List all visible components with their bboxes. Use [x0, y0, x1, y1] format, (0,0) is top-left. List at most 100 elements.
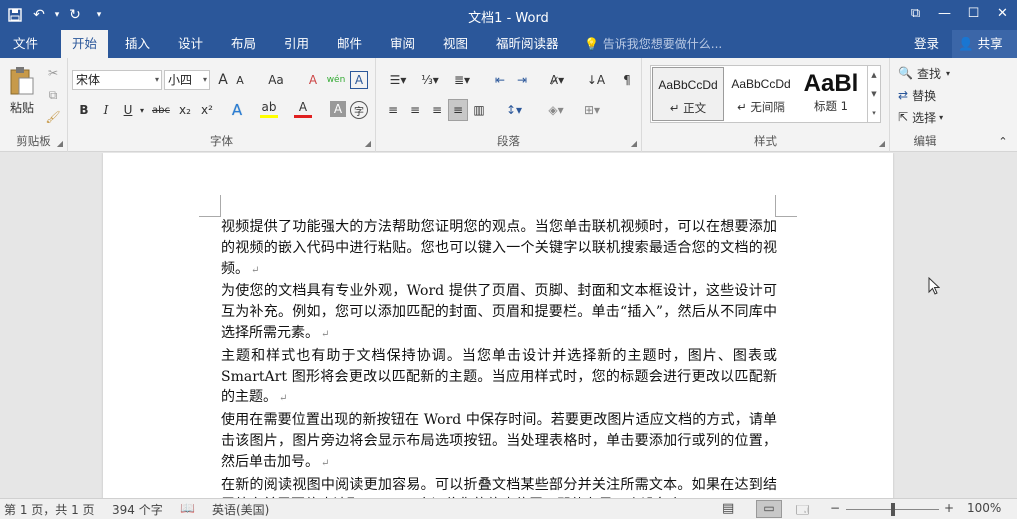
person-icon: 👤 — [958, 36, 974, 51]
clipboard-launcher-icon[interactable]: ◢ — [57, 139, 63, 148]
language-indicator[interactable]: 英语(美国) — [212, 501, 269, 518]
grow-font-icon[interactable]: A — [214, 69, 232, 91]
tab-view[interactable]: 视图 — [432, 30, 479, 58]
web-layout-icon[interactable]: 🗔 — [796, 501, 809, 519]
paragraph: 主题和样式也有助于文档保持协调。当您单击设计并选择新的主题时，图片、图表或 Sm… — [221, 346, 777, 410]
paste-icon[interactable] — [6, 64, 38, 98]
find-button[interactable]: 🔍 查找 ▾ — [898, 62, 966, 84]
font-color-icon[interactable]: A — [294, 99, 312, 118]
tab-file[interactable]: 文件 — [2, 30, 49, 58]
font-launcher-icon[interactable]: ◢ — [365, 139, 371, 148]
style-heading-1[interactable]: AaBl 标题 1 — [797, 67, 865, 121]
margin-corner-top-right — [775, 195, 797, 217]
chevron-down-icon: ▾ — [202, 75, 207, 84]
zoom-slider-thumb[interactable] — [890, 503, 895, 516]
show-formatting-marks-icon[interactable]: ¶ — [618, 69, 636, 91]
bullets-icon[interactable]: ☰▾ — [384, 69, 412, 91]
subscript-button[interactable]: x₂ — [176, 99, 194, 121]
underline-button[interactable]: U — [120, 99, 136, 121]
bold-button[interactable]: B — [76, 99, 92, 121]
tab-review[interactable]: 审阅 — [379, 30, 426, 58]
enclose-characters-icon[interactable]: 字 — [350, 101, 368, 119]
cut-icon[interactable]: ✂ — [44, 62, 62, 84]
font-name-combo[interactable]: 宋体 ▾ — [72, 70, 162, 90]
restore-button[interactable]: ☐ — [959, 0, 988, 26]
document-body[interactable]: 视频提供了功能强大的方法帮助您证明您的观点。当您单击联机视频时，可以在想要添加的… — [221, 217, 777, 498]
change-case-icon[interactable]: Aa — [262, 69, 290, 91]
paragraph-launcher-icon[interactable]: ◢ — [631, 139, 637, 148]
character-shading-icon[interactable]: A — [330, 101, 346, 117]
underline-dropdown-icon[interactable]: ▾ — [138, 99, 146, 121]
line-spacing-icon[interactable]: ↕▾ — [500, 99, 528, 121]
styles-gallery: AaBbCcDd ↵ 正文 AaBbCcDd ↵ 无间隔 AaBl 标题 1 — [650, 65, 868, 123]
styles-scrollbar[interactable]: ▲ ▼ ▾ — [868, 65, 881, 123]
print-layout-icon[interactable]: ▭ — [756, 500, 782, 518]
paragraph-text: 使用在需要位置出现的新按钮在 Word 中保存时间。若要更改图片适应文档的方式，… — [221, 412, 777, 470]
styles-launcher-icon[interactable]: ◢ — [879, 139, 885, 148]
copy-icon[interactable]: ⧉ — [44, 84, 62, 106]
style-normal[interactable]: AaBbCcDd ↵ 正文 — [652, 67, 724, 121]
numbering-icon[interactable]: ⅓▾ — [416, 69, 444, 91]
tab-home[interactable]: 开始 — [61, 30, 109, 58]
tab-design[interactable]: 设计 — [167, 30, 214, 58]
format-painter-icon[interactable]: 🖌 — [44, 106, 62, 128]
shrink-font-icon[interactable]: A — [232, 69, 248, 91]
sort-icon[interactable]: ↓A — [586, 69, 606, 91]
zoom-level[interactable]: 100% — [967, 501, 1001, 515]
borders-icon[interactable]: ⊞▾ — [578, 99, 606, 121]
replace-label: 替换 — [912, 88, 937, 103]
decrease-indent-icon[interactable]: ⇤ — [490, 69, 510, 91]
tab-references[interactable]: 引用 — [273, 30, 320, 58]
document-page[interactable]: 视频提供了功能强大的方法帮助您证明您的观点。当您单击联机视频时，可以在想要添加的… — [103, 153, 893, 498]
share-button[interactable]: 👤 共享 — [952, 30, 1017, 58]
justify-icon[interactable]: ≡ — [448, 99, 468, 121]
scroll-up-icon[interactable]: ▲ — [868, 66, 880, 85]
share-label: 共享 — [977, 36, 1003, 51]
scroll-down-icon[interactable]: ▼ — [868, 85, 880, 104]
page-count[interactable]: 第 1 页，共 1 页 — [4, 501, 95, 518]
minimize-button[interactable]: — — [930, 0, 959, 26]
read-mode-icon[interactable]: ▤ — [722, 501, 734, 516]
superscript-button[interactable]: x² — [198, 99, 216, 121]
tab-foxit-reader[interactable]: 福昕阅读器 — [485, 30, 570, 58]
style-no-spacing[interactable]: AaBbCcDd ↵ 无间隔 — [725, 67, 797, 121]
sign-in-link[interactable]: 登录 — [914, 30, 939, 58]
align-center-icon[interactable]: ≡ — [406, 99, 424, 121]
tell-me-search[interactable]: 💡 告诉我您想要做什么... — [584, 30, 722, 58]
highlight-icon[interactable]: ab — [260, 99, 278, 118]
shading-icon[interactable]: ◈▾ — [542, 99, 570, 121]
text-effects-icon[interactable]: A — [228, 99, 246, 121]
close-button[interactable]: ✕ — [988, 0, 1017, 26]
paste-button-label[interactable]: 粘贴 — [4, 96, 40, 118]
distributed-icon[interactable]: ▥ — [470, 99, 488, 121]
clear-formatting-icon[interactable]: A — [304, 69, 322, 91]
zoom-in-button[interactable]: + — [944, 501, 954, 515]
multilevel-list-icon[interactable]: ≣▾ — [448, 69, 476, 91]
select-button[interactable]: ⇱ 选择 ▾ — [898, 106, 966, 128]
increase-indent-icon[interactable]: ⇥ — [512, 69, 532, 91]
tab-mailings[interactable]: 邮件 — [326, 30, 373, 58]
style-sample: AaBl — [803, 70, 859, 97]
paragraph-mark: ↵ — [321, 328, 330, 340]
zoom-out-button[interactable]: − — [830, 501, 840, 515]
document-area: 视频提供了功能强大的方法帮助您证明您的观点。当您单击联机视频时，可以在想要添加的… — [0, 153, 1017, 498]
character-border-icon[interactable]: A — [350, 71, 368, 89]
align-right-icon[interactable]: ≡ — [428, 99, 446, 121]
align-left-icon[interactable]: ≡ — [384, 99, 402, 121]
italic-button[interactable]: I — [98, 99, 114, 121]
more-styles-icon[interactable]: ▾ — [868, 104, 880, 123]
proofing-icon[interactable]: 📖 — [180, 501, 195, 515]
magnifier-icon: 🔍 — [898, 66, 913, 80]
phonetic-guide-icon[interactable]: wén — [326, 69, 346, 91]
paragraph-text: 在新的阅读视图中阅读更加容易。可以折叠文档某些部分并关注所需文本。如果在达到结尾… — [221, 476, 777, 498]
font-size-combo[interactable]: 小四 ▾ — [164, 70, 210, 90]
tab-insert[interactable]: 插入 — [114, 30, 161, 58]
collapse-ribbon-icon[interactable]: ⌃ — [996, 130, 1010, 152]
chinese-layout-icon[interactable]: A̷▾ — [544, 69, 570, 91]
ribbon-display-options-icon[interactable]: ⧉ — [901, 0, 930, 26]
word-count[interactable]: 394 个字 — [112, 501, 163, 518]
replace-button[interactable]: ⇄ 替换 — [898, 84, 958, 106]
editing-group-label: 编辑 — [913, 134, 937, 148]
tab-layout[interactable]: 布局 — [220, 30, 267, 58]
strikethrough-button[interactable]: abc — [150, 99, 172, 121]
